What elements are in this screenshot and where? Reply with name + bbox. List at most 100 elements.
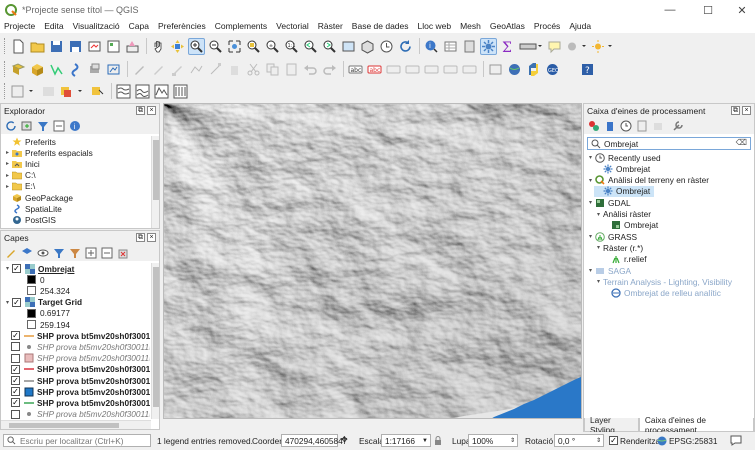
delete-selected-icon[interactable] (226, 61, 243, 78)
help-icon[interactable]: ? (579, 61, 596, 78)
collapse-caret-icon[interactable]: ▾ (594, 278, 603, 285)
add-layers-icon[interactable] (20, 120, 33, 133)
expand-all-icon[interactable] (84, 247, 97, 260)
menu-item-3[interactable]: Capa (129, 21, 149, 31)
close-panel-icon[interactable]: × (742, 106, 751, 115)
layer-visibility-checkbox[interactable] (11, 353, 20, 363)
algorithm-item[interactable]: Ombrejat de relleu analític (602, 288, 721, 299)
layer-visibility-checkbox[interactable] (11, 409, 20, 419)
layer-item[interactable]: SHP prova bt5mv20sh0f300115 (11, 364, 150, 375)
layer-visibility-checkbox[interactable] (11, 342, 20, 352)
zoom-selection-icon[interactable] (245, 38, 262, 55)
copy-features-icon[interactable] (264, 61, 281, 78)
menu-item-12[interactable]: Procés (534, 21, 560, 31)
processing-search-field[interactable]: Ombrejat ⌫ (587, 137, 751, 150)
locator-search-field[interactable]: Escriu per localitzar (Ctrl+K) (3, 434, 151, 447)
style-panel-icon[interactable] (4, 247, 17, 260)
identify-icon[interactable]: i (423, 38, 440, 55)
toggle-editing-icon[interactable] (150, 61, 167, 78)
algorithm-item[interactable]: Ombrejat (594, 185, 655, 197)
toolbar-grip[interactable] (4, 38, 7, 54)
browser-item[interactable]: ▸ Inici (3, 158, 40, 169)
provider-group[interactable]: ▾ GDAL (586, 197, 631, 208)
close-panel-icon[interactable]: × (147, 106, 156, 115)
processing-toolbox-icon[interactable] (480, 37, 497, 55)
menu-item-10[interactable]: Mesh (460, 21, 481, 31)
layer-visibility-checkbox[interactable] (12, 297, 21, 307)
layer-visibility-checkbox[interactable] (11, 376, 20, 385)
statistics-sum-icon[interactable]: Σ (499, 38, 516, 55)
paste-features-icon[interactable] (283, 61, 300, 78)
spatial-bookmark-icon[interactable] (487, 61, 504, 78)
close-panel-icon[interactable]: × (147, 233, 156, 242)
zoom-out-icon[interactable] (207, 38, 224, 55)
menu-item-9[interactable]: Lloc web (418, 21, 452, 31)
menu-item-0[interactable]: Projecte (4, 21, 35, 31)
layer-visibility-checkbox[interactable] (11, 398, 20, 408)
new-temp-layer-icon[interactable] (105, 61, 122, 78)
filter-expression-icon[interactable] (68, 247, 81, 260)
layers-h-scrollbar[interactable] (1, 420, 151, 429)
render-checkbox[interactable] (609, 436, 618, 445)
add-group-icon[interactable] (20, 247, 33, 260)
minimize-button[interactable]: — (655, 0, 685, 20)
raster-histogram-icon[interactable] (115, 83, 132, 100)
zoom-next-icon[interactable] (321, 38, 338, 55)
provider-group[interactable]: ▾ Ràster (r.*) (594, 242, 643, 253)
rotate-label-icon[interactable] (442, 61, 459, 78)
history-icon[interactable] (619, 120, 632, 133)
zoom-layer-icon[interactable] (264, 38, 281, 55)
zoom-in-icon[interactable] (188, 37, 205, 55)
browser-item[interactable]: GeoPackage (3, 192, 73, 203)
coordinate-field[interactable]: 470294,4605847 (281, 434, 347, 447)
messages-icon[interactable] (730, 435, 742, 446)
refresh-icon[interactable] (397, 38, 414, 55)
filter-icon[interactable] (36, 120, 49, 133)
close-button[interactable]: ✕ (727, 0, 755, 20)
menu-item-1[interactable]: Edita (44, 21, 63, 31)
open-attribute-table-icon[interactable] (442, 38, 459, 55)
browser-item[interactable]: PostGIS (3, 214, 56, 225)
data-source-manager-icon[interactable] (10, 61, 27, 78)
new-project-icon[interactable] (10, 38, 27, 55)
zoom-last-icon[interactable] (302, 38, 319, 55)
collapse-caret-icon[interactable]: ▾ (586, 233, 595, 240)
menu-item-11[interactable]: GeoAtlas (490, 21, 525, 31)
new-geopackage-icon[interactable] (29, 61, 46, 78)
collapse-caret-icon[interactable]: ▾ (594, 211, 603, 218)
toolbar-grip[interactable] (4, 83, 7, 99)
layer-item[interactable]: SHP prova bt5mv20sh0f300115 (11, 375, 150, 386)
clear-search-icon[interactable]: ⌫ (736, 138, 747, 147)
layer-visibility-checkbox[interactable] (11, 364, 20, 374)
algorithm-item[interactable]: r.relief (602, 254, 647, 265)
layer-item[interactable]: ▾ Target Grid (3, 297, 82, 308)
options-wrench-icon[interactable] (671, 120, 684, 133)
algorithm-item[interactable]: Ombrejat (594, 163, 650, 174)
expand-caret-icon[interactable]: ▸ (3, 172, 12, 179)
save-edits-icon[interactable] (169, 61, 186, 78)
temporal-controller-icon[interactable] (378, 38, 395, 55)
label-toolbar-icon[interactable]: abc (347, 61, 364, 78)
print-layout-icon[interactable] (86, 38, 103, 55)
toolbar-grip[interactable] (4, 61, 7, 77)
new-map-view-icon[interactable] (340, 38, 357, 55)
provider-group[interactable]: ▾ SAGA (586, 265, 631, 276)
processing-search-input[interactable]: Ombrejat (604, 139, 638, 149)
scale-field[interactable]: 1:17166 ▼ (381, 434, 431, 447)
refresh-icon[interactable] (4, 120, 17, 133)
cut-features-icon[interactable] (245, 61, 262, 78)
layer-item[interactable]: SHP prova bt5mv20sh0f300115 (11, 341, 150, 352)
browser-scrollbar[interactable] (151, 136, 159, 228)
provider-group[interactable]: ▾ Recently used (586, 152, 661, 163)
float-panel-icon[interactable]: ⧉ (731, 106, 740, 115)
raster-profile-icon[interactable] (153, 83, 170, 100)
rotation-field[interactable]: 0,0 ° ⇕ (554, 434, 604, 447)
pan-to-selection-icon[interactable] (169, 38, 186, 55)
decorations-icon[interactable] (591, 38, 615, 55)
coordinate-toggle-icon[interactable]: ✥ (341, 435, 348, 444)
filter-legend-icon[interactable] (52, 247, 65, 260)
undo-icon[interactable] (302, 61, 319, 78)
save-project-icon[interactable] (48, 38, 65, 55)
vertex-tool-icon[interactable] (207, 61, 224, 78)
new-virtual-layer-icon[interactable] (86, 61, 103, 78)
